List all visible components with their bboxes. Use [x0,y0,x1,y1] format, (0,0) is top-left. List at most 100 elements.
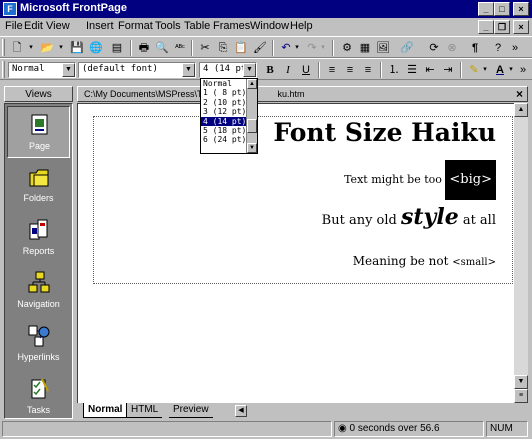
open-folder-icon[interactable]: 📂 [38,40,56,56]
font-size-combo[interactable]: 4 (14 pt) ▼ [199,62,257,78]
italic-button[interactable]: I [279,62,297,78]
copy-icon[interactable]: ⎘ [214,40,232,56]
redo-dropdown-icon[interactable]: ▾ [319,40,327,56]
insert-table-icon[interactable]: ▦ [356,40,374,56]
toolbar-more-icon[interactable]: » [508,40,522,56]
increase-indent-icon[interactable]: ⇥ [439,62,457,78]
view-navigation[interactable]: Navigation [7,265,70,317]
small-tag: <small> [452,257,496,268]
toolbar-separator [130,40,132,56]
format-painter-icon[interactable]: 🖌 [251,40,269,56]
menu-tools[interactable]: Tools [155,20,181,32]
menu-view[interactable]: View [46,20,70,32]
paste-icon[interactable]: 📋 [232,40,250,56]
doc-restore-button[interactable]: ❐ [494,20,510,34]
open-dropdown-icon[interactable]: ▾ [56,40,66,56]
big-tag-selected[interactable]: <big> [445,160,496,200]
dropdown-scrollbar[interactable]: ▲ ▼ [246,79,257,153]
menu-frames[interactable]: Frames [213,20,250,32]
publish-web-icon[interactable]: 🌐 [87,40,105,56]
view-hyperlinks[interactable]: Hyperlinks [7,318,70,370]
save-icon[interactable]: 💾 [68,40,86,56]
doc-minimize-button[interactable]: _ [478,20,494,34]
views-header: Views [4,86,73,102]
cut-icon[interactable]: ✂ [196,40,214,56]
haiku-line-2[interactable]: But any old style at all [322,204,496,230]
style-combo[interactable]: Normal ▼ [8,62,76,78]
view-folders[interactable]: Folders [7,159,70,211]
page-scroll-icon[interactable]: ≡ [514,389,528,403]
font-combo[interactable]: (default font) ▼ [78,62,196,78]
menu-format[interactable]: Format [118,20,153,32]
tab-html[interactable]: HTML [127,403,163,418]
style-value: Normal [12,64,45,74]
scroll-down-icon[interactable]: ▼ [247,143,257,153]
stop-icon[interactable]: ⊗ [443,40,461,56]
menu-insert[interactable]: Insert [86,20,114,32]
numbering-icon[interactable]: ⒈ [385,62,403,78]
align-center-icon[interactable]: ≡ [341,62,359,78]
horizontal-scrollbar[interactable]: ◀ [235,405,271,417]
chevron-down-icon[interactable]: ▼ [62,63,75,77]
insert-picture-icon[interactable]: 🖼 [374,40,392,56]
toolbar-grip[interactable] [2,39,5,56]
doc-close-button[interactable]: × [513,20,529,34]
menu-window[interactable]: Window [250,20,289,32]
preview-browser-icon[interactable]: 🔍 [153,40,171,56]
menu-help[interactable]: Help [290,20,313,32]
help-icon[interactable]: ? [489,40,507,56]
show-all-icon[interactable]: ¶ [466,40,484,56]
chevron-down-icon[interactable]: ▼ [243,63,256,77]
tab-preview[interactable]: Preview [169,403,213,418]
vertical-scrollbar[interactable]: ▲ ▼ ≡ [514,103,528,403]
hyperlink-icon[interactable]: 🔗 [398,40,416,56]
scroll-up-icon[interactable]: ▲ [514,103,528,117]
toolbar-grip[interactable] [2,61,5,78]
minimize-button[interactable]: _ [478,2,494,16]
font-color-dropdown-icon[interactable]: ▾ [507,62,515,78]
close-document-icon[interactable]: × [516,87,523,101]
menu-file[interactable]: File [5,20,23,32]
window-title: Microsoft FrontPage [20,2,127,14]
view-label: Folders [23,193,54,203]
font-size-dropdown[interactable]: Normal 1 ( 8 pt) 2 (10 pt) 3 (12 pt) 4 (14 p… [200,78,258,154]
print-icon[interactable]: 🖶 [135,40,153,56]
status-message [2,421,332,437]
frontpage-app-icon[interactable]: F [3,2,17,16]
tab-normal[interactable]: Normal [83,403,128,418]
new-dropdown-icon[interactable]: ▾ [26,40,36,56]
new-page-icon[interactable]: 🗋 [8,40,26,56]
title-bar: F Microsoft FrontPage _ □ × [0,0,532,18]
scroll-up-icon[interactable]: ▲ [247,79,257,89]
view-reports[interactable]: Reports [7,212,70,264]
spelling-icon[interactable]: ᴬᴮᶜ [171,40,189,56]
chevron-down-icon[interactable]: ▼ [182,63,195,77]
refresh-icon[interactable]: ⟳ [425,40,443,56]
undo-dropdown-icon[interactable]: ▾ [293,40,301,56]
bold-button[interactable]: B [261,62,279,78]
folder-list-icon[interactable]: ▤ [108,40,126,56]
decrease-indent-icon[interactable]: ⇤ [421,62,439,78]
insert-component-icon[interactable]: ⚙ [338,40,356,56]
toolbar-separator [460,62,462,78]
haiku-title[interactable]: Font Size Haiku [273,118,496,147]
page-editor[interactable]: Font Size Haiku Text might be too <big> … [77,103,514,403]
maximize-button[interactable]: □ [494,2,510,16]
globe-icon: ◉ [338,423,350,434]
toolbar-more-icon[interactable]: » [517,62,529,78]
bullets-icon[interactable]: ☰ [403,62,421,78]
scroll-left-icon[interactable]: ◀ [235,405,247,417]
menu-table[interactable]: Table [184,20,210,32]
haiku-line-3[interactable]: Meaning be not <small> [353,254,496,268]
view-page[interactable]: Page [7,106,70,158]
highlight-dropdown-icon[interactable]: ▾ [481,62,489,78]
close-button[interactable]: × [513,2,529,16]
haiku-line-1[interactable]: Text might be too <big> [344,160,496,200]
menu-edit[interactable]: Edit [24,20,43,32]
underline-button[interactable]: U [297,62,315,78]
scroll-down-icon[interactable]: ▼ [514,375,528,389]
scroll-thumb[interactable] [247,119,257,133]
align-right-icon[interactable]: ≡ [359,62,377,78]
align-left-icon[interactable]: ≡ [323,62,341,78]
view-tasks[interactable]: Tasks [7,371,70,423]
